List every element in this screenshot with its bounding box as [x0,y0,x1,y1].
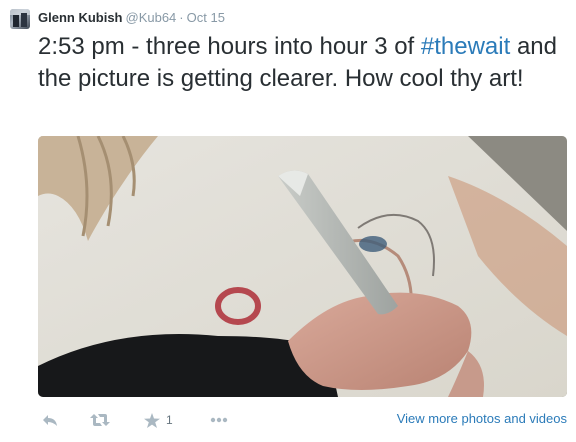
tweet-timestamp[interactable]: Oct 15 [187,10,225,25]
retweet-icon [90,414,110,426]
tweet-header: Glenn Kubish @Kub64 · Oct 15 [38,10,225,26]
author-handle[interactable]: @Kub64 [126,10,177,25]
reply-button[interactable] [42,412,58,428]
author-name[interactable]: Glenn Kubish [38,10,123,25]
favorite-button[interactable]: 1 [144,412,173,428]
hashtag-link[interactable]: #thewait [421,33,510,60]
tweet-actions: 1 View more photos and videos [38,408,567,432]
view-more-photos-link[interactable]: View more photos and videos [397,411,567,426]
separator-dot: · [179,10,184,25]
tweet-text-part1: 2:53 pm - three hours into hour 3 of [38,33,421,60]
photo-drawing-hand [38,136,567,397]
star-icon [144,412,160,428]
favorite-count: 1 [166,413,173,427]
tweet-photo[interactable] [38,136,567,397]
reply-icon [43,415,57,426]
retweet-button[interactable] [90,412,110,428]
more-button[interactable] [210,412,228,428]
tweet-text: 2:53 pm - three hours into hour 3 of #th… [38,31,558,95]
ellipsis-icon [210,417,228,423]
avatar[interactable] [10,9,30,29]
